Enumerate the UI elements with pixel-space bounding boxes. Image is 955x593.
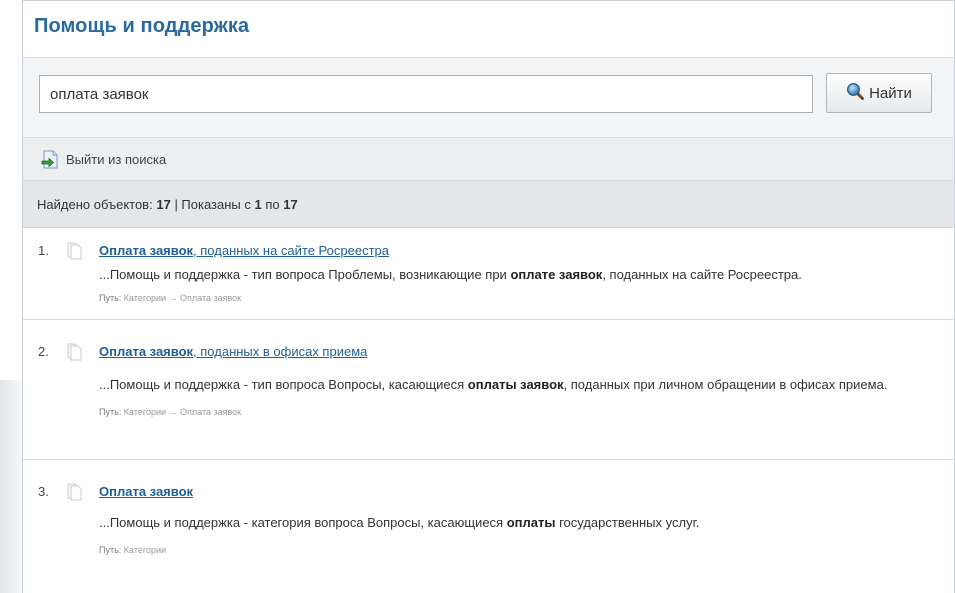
document-icon <box>67 242 83 260</box>
path-label: Путь: <box>99 545 122 555</box>
side-shadow <box>0 380 22 593</box>
exit-search-link[interactable]: Выйти из поиска <box>66 152 166 167</box>
result-item: 1. Оплата заявок, поданных на сайте Роср… <box>23 228 954 320</box>
path-label: Путь: <box>99 407 122 417</box>
result-title-bold: Оплата заявок <box>99 243 194 258</box>
panel-header: Помощь и поддержка <box>23 1 954 58</box>
path-value: Категории <box>123 545 167 555</box>
result-number: 2. <box>38 344 49 359</box>
path-label: Путь: <box>99 293 122 303</box>
shown-label: | Показаны с <box>174 196 251 212</box>
result-title-bold: Оплата заявок <box>99 344 194 359</box>
shown-to-label: по <box>265 196 280 212</box>
snippet-text: ...Помощь и поддержка - тип вопроса Вопр… <box>99 377 468 392</box>
result-snippet: ...Помощь и поддержка - категория вопрос… <box>99 475 942 531</box>
result-number: 1. <box>38 243 49 258</box>
snippet-highlight: оплате заявок <box>510 267 603 282</box>
result-title-link[interactable]: Оплата заявок, поданных на сайте Росреес… <box>99 243 389 258</box>
result-title-rest: , поданных на сайте Росреестра <box>193 243 389 258</box>
result-path: Путь: Категории <box>99 545 954 555</box>
search-area: Найти <box>23 58 954 138</box>
found-count: 17 <box>156 196 171 212</box>
magnifier-icon <box>846 82 865 104</box>
exit-search-icon[interactable] <box>41 150 60 169</box>
result-item: 3. Оплата заявок ...Помощь и поддержка -… <box>23 460 954 593</box>
snippet-text: ...Помощь и поддержка - тип вопроса Проб… <box>99 267 511 282</box>
snippet-text: , поданных на сайте Росреестра. <box>602 267 802 282</box>
document-icon <box>67 483 83 501</box>
result-title-link[interactable]: Оплата заявок, поданных в офисах приема <box>99 344 367 359</box>
results-summary: Найдено объектов: 17 | Показаны с 1 по 1… <box>23 181 954 228</box>
result-title-link[interactable]: Оплата заявок <box>99 484 193 499</box>
snippet-text: ...Помощь и поддержка - категория вопрос… <box>99 515 507 530</box>
exit-search-bar: Выйти из поиска <box>23 138 954 181</box>
path-value: Категории → Оплата заявок <box>123 407 242 417</box>
snippet-highlight: оплаты <box>506 515 556 530</box>
shown-to: 17 <box>283 196 298 212</box>
snippet-text: государственных услуг. <box>555 515 700 530</box>
snippet-text: , поданных при личном обращении в офисах… <box>563 377 888 392</box>
snippet-highlight: оплаты заявок <box>467 377 564 392</box>
result-title-rest: , поданных в офисах приема <box>193 344 368 359</box>
help-panel: Помощь и поддержка Найти <box>22 0 955 593</box>
search-input[interactable] <box>39 75 813 113</box>
found-label: Найдено объектов: <box>37 196 153 212</box>
page-title: Помощь и поддержка <box>34 15 250 37</box>
result-item: 2. Оплата заявок, поданных в офисах прие… <box>23 320 954 460</box>
search-button[interactable]: Найти <box>826 73 932 113</box>
shown-from: 1 <box>254 196 262 212</box>
search-button-label: Найти <box>869 84 912 102</box>
result-title-bold: Оплата заявок <box>99 484 194 499</box>
document-icon <box>67 343 83 361</box>
path-value: Категории → Оплата заявок <box>123 293 242 303</box>
result-path: Путь: Категории → Оплата заявок <box>99 407 954 417</box>
result-number: 3. <box>38 484 49 499</box>
result-path: Путь: Категории → Оплата заявок <box>99 293 954 303</box>
